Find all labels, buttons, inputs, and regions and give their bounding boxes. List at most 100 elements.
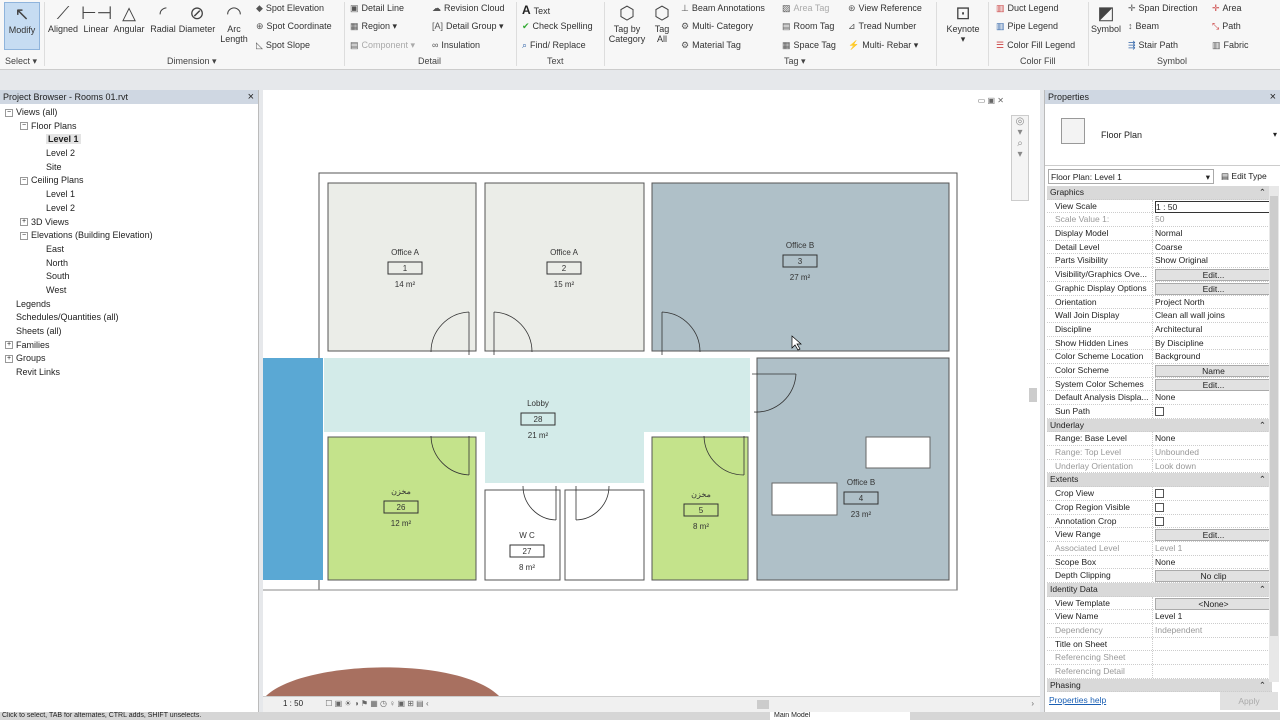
arc-length-button[interactable]: ◠ Arc Length — [218, 2, 250, 44]
property-value[interactable]: None — [1153, 432, 1272, 445]
expand-icon[interactable]: + — [5, 355, 13, 363]
scrollbar-thumb[interactable] — [1270, 196, 1278, 636]
horizontal-scrollbar-thumb[interactable] — [757, 700, 769, 709]
browser-item[interactable]: Level 1 — [5, 133, 258, 147]
checkbox[interactable] — [1155, 407, 1164, 416]
beam-button[interactable]: ↕ Beam — [1128, 21, 1159, 31]
text-button[interactable]: A Text — [522, 3, 550, 17]
stair-path-button[interactable]: ⇶ Stair Path — [1128, 40, 1178, 51]
component-button[interactable]: ▤ Component ▾ — [350, 40, 415, 51]
spot-elevation-button[interactable]: ◆ Spot Elevation — [256, 3, 324, 14]
collapse-icon[interactable]: − — [20, 177, 28, 186]
fabric-button[interactable]: ▥ Fabric — [1212, 40, 1249, 51]
properties-scrollbar[interactable] — [1269, 186, 1279, 682]
material-tag-button[interactable]: ⚙ Material Tag — [681, 40, 741, 51]
drawing-view[interactable]: Office A 1 14 m² Office A 2 15 m² Office B 3 27 … — [263, 90, 1040, 712]
property-value[interactable] — [1153, 515, 1272, 528]
property-value[interactable]: Edit... — [1153, 378, 1272, 391]
browser-item[interactable]: Revit Links — [5, 366, 258, 380]
view-scale-button[interactable]: 1 : 50 — [283, 699, 303, 708]
expand-icon[interactable]: + — [5, 341, 13, 350]
edit-button[interactable]: Edit... — [1155, 529, 1272, 542]
navigation-bar[interactable]: ◎ ▾ ⌕ ▾ — [1011, 115, 1029, 201]
browser-item[interactable]: Sheets (all) — [5, 325, 258, 339]
checkbox[interactable] — [1155, 489, 1164, 499]
property-value[interactable] — [1153, 487, 1272, 500]
floor-plan[interactable]: Office A 1 14 m² Office A 2 15 m² Office B 3 27 … — [263, 90, 1040, 712]
linear-button[interactable]: ⊢⊣ Linear — [81, 2, 112, 34]
collapse-icon[interactable]: − — [5, 108, 13, 117]
property-value[interactable]: Clean all wall joins — [1153, 309, 1272, 322]
symbol-button[interactable]: ◩ Symbol — [1090, 2, 1122, 34]
region-button[interactable]: ▦ Region ▾ — [350, 21, 397, 32]
browser-item[interactable]: West — [5, 284, 258, 298]
instance-filter-dropdown[interactable]: Floor Plan: Level 1 ▾ — [1048, 169, 1214, 184]
property-value[interactable]: Normal — [1153, 227, 1272, 240]
detail-group-button[interactable]: [A] Detail Group ▾ — [432, 21, 504, 32]
vertical-scrollbar-thumb[interactable] — [1029, 388, 1037, 402]
property-value[interactable]: By Discipline — [1153, 337, 1272, 350]
edit-button[interactable]: <None> — [1155, 597, 1272, 610]
span-direction-button[interactable]: ✛ Span Direction — [1128, 3, 1198, 14]
spot-slope-button[interactable]: ◺ Spot Slope — [256, 40, 310, 51]
browser-item[interactable]: Legends — [5, 298, 258, 312]
spot-coordinate-button[interactable]: ⊕ Spot Coordinate — [256, 21, 332, 32]
browser-item[interactable]: − Elevations (Building Elevation) — [5, 229, 258, 243]
property-value[interactable]: Name — [1153, 364, 1272, 377]
active-workset[interactable]: Main Model — [770, 712, 910, 720]
multi-rebar-button[interactable]: ⚡ Multi- Rebar ▾ — [848, 40, 918, 51]
browser-item[interactable]: Level 1 — [5, 188, 258, 202]
scroll-right-icon[interactable]: › — [1031, 697, 1034, 711]
multi-category-button[interactable]: ⚙ Multi- Category — [681, 21, 753, 32]
browser-item[interactable]: − Ceiling Plans — [5, 174, 258, 188]
edit-button[interactable]: Edit... — [1155, 269, 1272, 282]
property-value[interactable] — [1153, 638, 1272, 651]
find-replace-button[interactable]: ⌕ Find/ Replace — [522, 40, 586, 51]
keynote-button[interactable]: ⊡ Keynote ▾ — [942, 2, 984, 45]
property-value[interactable]: None — [1153, 391, 1272, 404]
property-value[interactable]: None — [1153, 556, 1272, 569]
expand-icon[interactable]: + — [20, 218, 28, 227]
property-value[interactable]: No clip — [1153, 569, 1272, 583]
browser-item[interactable]: Schedules/Quantities (all) — [5, 311, 258, 325]
edit-button[interactable]: Edit... — [1155, 282, 1272, 295]
browser-item[interactable]: − Floor Plans — [5, 120, 258, 134]
close-icon[interactable]: × — [1270, 91, 1276, 103]
property-value[interactable] — [1153, 501, 1272, 514]
checkbox[interactable] — [1155, 502, 1164, 512]
property-group-header[interactable]: Underlay ⌃ — [1047, 418, 1272, 433]
value-text[interactable]: 1 : 50 — [1155, 200, 1272, 213]
checkbox[interactable] — [1155, 516, 1164, 526]
browser-item[interactable]: − Views (all) — [5, 106, 258, 120]
properties-help-link[interactable]: Properties help — [1049, 695, 1106, 705]
radial-button[interactable]: ◜ Radial — [148, 2, 178, 34]
property-value[interactable]: 1 : 50 — [1153, 200, 1272, 213]
property-group-header[interactable]: Identity Data ⌃ — [1047, 582, 1272, 597]
property-value[interactable]: Show Original — [1153, 254, 1272, 267]
property-value[interactable]: Edit... — [1153, 282, 1272, 295]
beam-annotations-button[interactable]: ⊥ Beam Annotations — [681, 3, 765, 14]
diameter-button[interactable]: ⊘ Diameter — [178, 2, 216, 34]
close-icon[interactable]: × — [248, 91, 254, 103]
edit-button[interactable]: Name — [1155, 364, 1272, 377]
insulation-button[interactable]: ∞ Insulation — [432, 40, 480, 50]
collapse-icon[interactable]: − — [20, 231, 28, 240]
area-tag-button[interactable]: ▨ Area Tag — [782, 3, 829, 14]
property-value[interactable]: Architectural — [1153, 323, 1272, 336]
area-button[interactable]: ✛ Area — [1212, 3, 1242, 14]
property-value[interactable]: Background — [1153, 350, 1272, 363]
tag-panel-dropdown[interactable]: Tag ▾ — [784, 56, 806, 67]
tag-all-button[interactable]: ⬡ Tag All — [650, 2, 674, 44]
space-tag-button[interactable]: ▦ Space Tag — [782, 40, 836, 51]
browser-item[interactable]: + Families — [5, 339, 258, 353]
dimension-panel-dropdown[interactable]: Dimension ▾ — [167, 56, 217, 67]
browser-item[interactable]: East — [5, 243, 258, 257]
view-reference-button[interactable]: ⊛ View Reference — [848, 3, 922, 14]
property-value[interactable] — [1153, 405, 1272, 418]
browser-item[interactable]: + Groups — [5, 352, 258, 366]
collapse-icon[interactable]: − — [20, 122, 28, 131]
edit-type-button[interactable]: ▤ Edit Type — [1221, 171, 1267, 182]
property-value[interactable]: Level 1 — [1153, 610, 1272, 623]
apply-button[interactable]: Apply — [1220, 692, 1278, 710]
detail-line-button[interactable]: ▣ Detail Line — [350, 3, 404, 14]
